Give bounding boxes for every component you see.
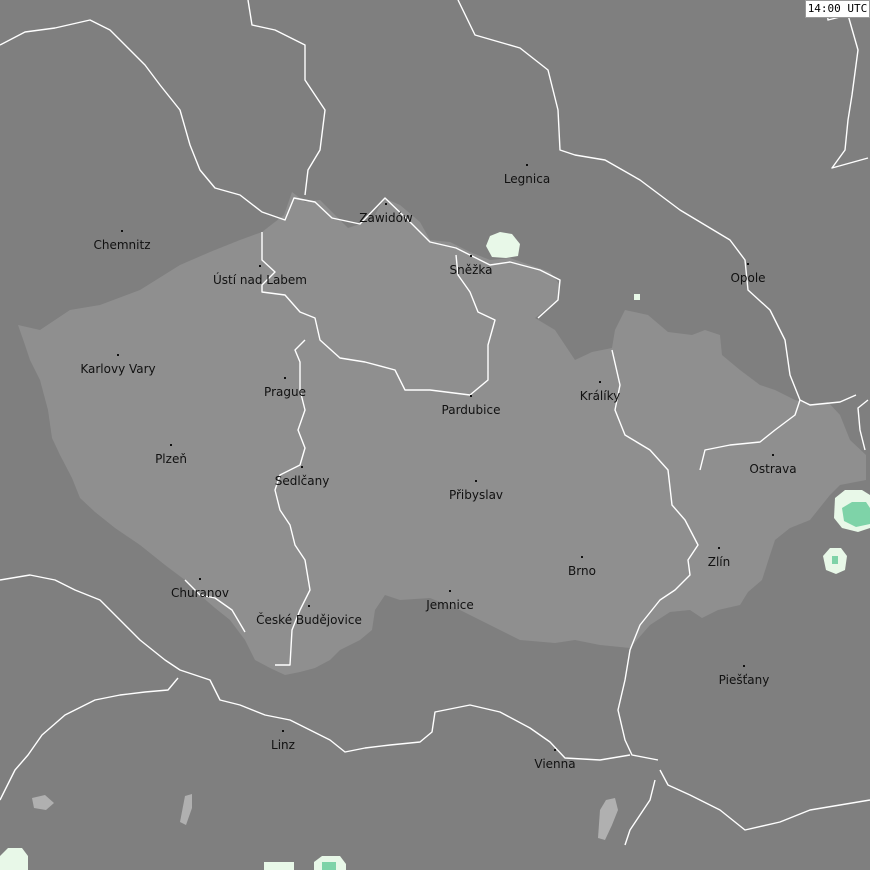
city-label: Zlín [707,555,731,569]
city-label: Ústí nad Labem [212,273,308,287]
city-label: Brno [568,564,596,578]
city-marker [526,164,528,166]
timestamp-label: 14:00 UTC [805,0,870,18]
city-label: Králíky [579,389,621,403]
city-label: Legnica [503,172,551,186]
city-label: Karlovy Vary [80,362,156,376]
city-label: Churanov [171,586,229,600]
city-marker [385,203,387,205]
city-label: Přibyslav [448,488,504,502]
city-label: České Budějovice [256,613,362,627]
city-marker [772,454,774,456]
city-marker [554,749,556,751]
city-label: Jemnice [426,598,474,612]
precip-cell [322,862,336,870]
city-label: Chemnitz [93,238,151,252]
city-marker [170,444,172,446]
city-marker [282,730,284,732]
city-marker [259,265,261,267]
city-label: Pardubice [441,403,501,417]
city-label: Sedlčany [274,474,330,488]
precip-cell [634,294,640,300]
city-marker [581,556,583,558]
city-label: Opole [730,271,766,285]
city-marker [449,590,451,592]
city-label: Zawidów [359,211,413,225]
city-label: Prague [264,385,306,399]
city-marker [121,230,123,232]
city-marker [718,547,720,549]
city-marker [470,395,472,397]
city-marker [301,466,303,468]
map-view[interactable]: Chemnitz Zawidów Legnica Ústí nad Labem Sněž… [0,0,870,870]
city-marker [117,354,119,356]
city-marker [308,605,310,607]
city-label: Piešťany [718,673,770,687]
precip-cell [832,556,838,564]
city-label: Linz [271,738,295,752]
map-canvas[interactable] [0,0,870,870]
city-marker [747,263,749,265]
city-label: Vienna [534,757,576,771]
city-marker [284,377,286,379]
city-marker [743,665,745,667]
city-label: Sněžka [449,263,493,277]
city-marker [470,255,472,257]
city-label: Plzeň [155,452,187,466]
city-marker [599,381,601,383]
precip-cell [264,862,294,870]
city-marker [199,578,201,580]
city-label: Ostrava [749,462,797,476]
city-marker [475,480,477,482]
